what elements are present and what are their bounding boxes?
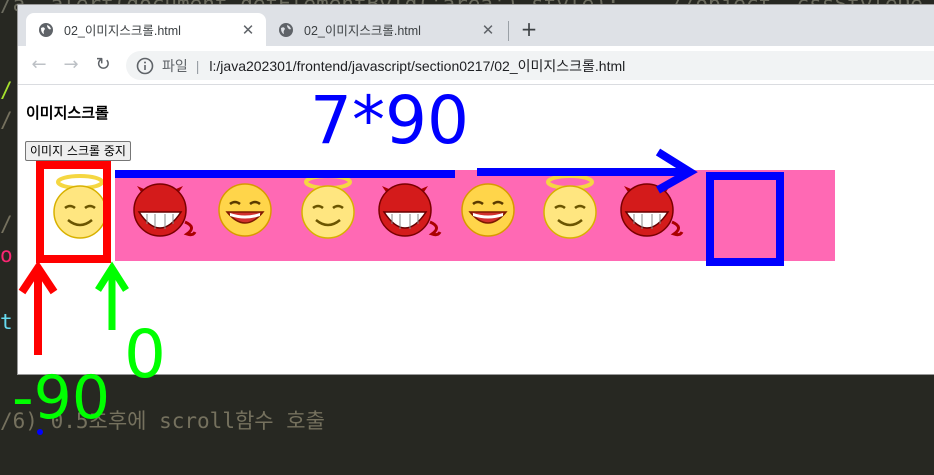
green-annotation-label: 0 <box>124 316 166 393</box>
red-highlight-box <box>36 161 111 263</box>
blue-target-box <box>706 172 784 266</box>
blue-annotation-label: 7*90 <box>310 82 469 159</box>
red-annotation-label: -90 <box>12 363 110 433</box>
annotation-overlay <box>18 148 784 435</box>
